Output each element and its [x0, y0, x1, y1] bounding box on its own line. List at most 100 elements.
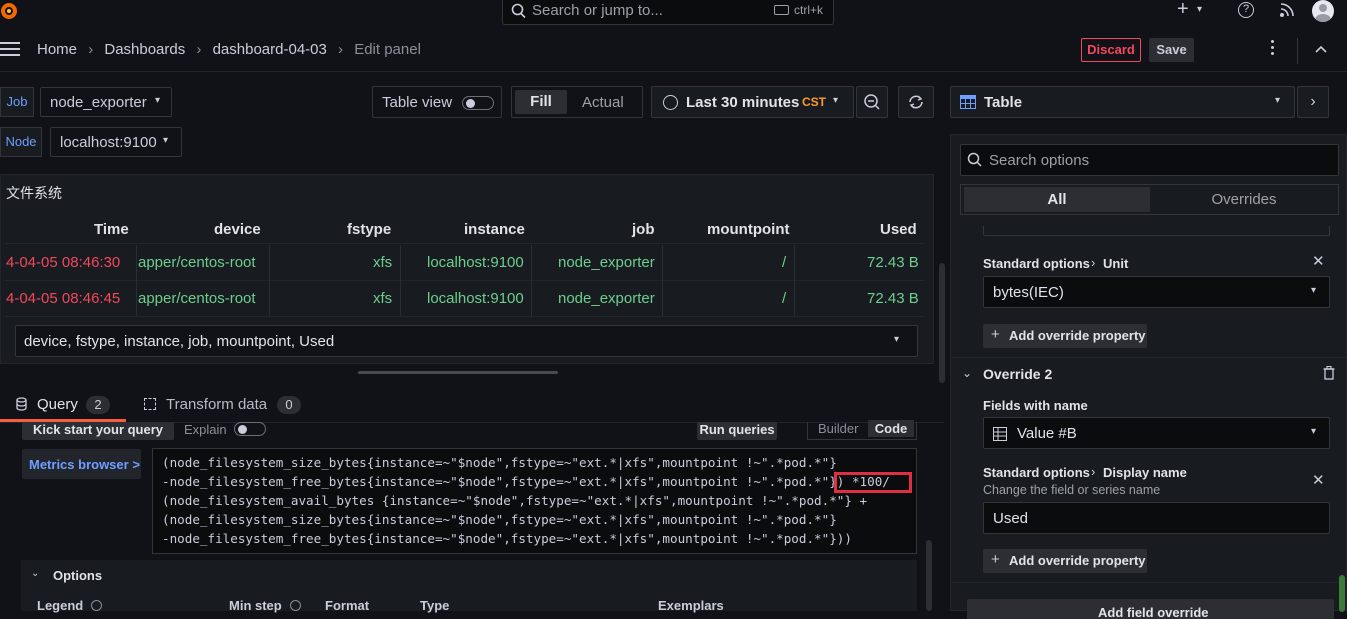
avatar[interactable] — [1312, 0, 1334, 22]
chevron-down-icon: ▾ — [155, 95, 161, 106]
info-icon — [91, 600, 102, 611]
options-section[interactable]: ⌄ Options Legend Min step Format Type Ex… — [21, 560, 917, 613]
chevron-down-icon: ▾ — [894, 334, 900, 345]
cell-time: 4-04-05 08:46:30 — [6, 254, 121, 271]
matcher-value: Value #B — [1017, 425, 1077, 442]
menu-icon[interactable] — [0, 42, 20, 56]
breadcrumb-home[interactable]: Home — [37, 41, 77, 58]
trash-icon[interactable] — [1323, 365, 1335, 383]
query-line: (node_filesystem_size_bytes{instance=~"$… — [162, 512, 837, 527]
previous-field-input[interactable] — [983, 226, 1330, 236]
refresh-button[interactable] — [898, 86, 934, 118]
matcher-label: Fields with name — [983, 398, 1088, 413]
column-header-device[interactable]: device — [214, 221, 261, 238]
job-variable-label: Job — [0, 87, 34, 117]
job-variable-select[interactable]: node_exporter ▾ — [40, 87, 172, 117]
tab-query[interactable]: Query 2 — [0, 392, 126, 422]
kick-start-button[interactable]: Kick start your query — [22, 422, 174, 440]
rss-icon[interactable] — [1279, 2, 1295, 21]
cell-instance: localhost:9100 — [427, 290, 524, 307]
plus-icon[interactable]: + — [1177, 0, 1189, 21]
column-header-mountpoint[interactable]: mountpoint — [707, 221, 789, 238]
plus-icon: + — [991, 326, 1000, 343]
frame-select-value: device, fstype, instance, job, mountpoin… — [24, 333, 335, 350]
chevron-right-icon: › — [1091, 255, 1096, 270]
tab-overrides[interactable]: Overrides — [1151, 187, 1337, 212]
save-button[interactable]: Save — [1149, 38, 1194, 62]
column-header-fstype[interactable]: fstype — [347, 221, 391, 238]
actual-button[interactable]: Actual — [582, 94, 624, 111]
options-scrollbar[interactable] — [1339, 575, 1345, 612]
panel-splitter-handle[interactable] — [358, 371, 558, 374]
query-scrollbar[interactable] — [926, 540, 932, 611]
nav-bar: Home › Dashboards › dashboard-04-03 › Ed… — [0, 30, 1347, 72]
search-options-input[interactable]: Search options — [960, 144, 1339, 176]
search-bar[interactable]: Search or jump to... ctrl+k — [502, 0, 834, 25]
metrics-browser-button[interactable]: Metrics browser > — [22, 449, 141, 479]
override2-title[interactable]: Override 2 — [983, 366, 1052, 382]
table-view-toggle[interactable]: Table view — [372, 86, 502, 118]
toggle-switch[interactable] — [462, 96, 494, 110]
fill-button[interactable]: Fill — [515, 90, 567, 114]
time-picker[interactable]: Last 30 minutes CST ▾ — [651, 86, 854, 118]
add-override-property-button[interactable]: + Add override property — [983, 549, 1147, 573]
grafana-logo-icon[interactable] — [0, 0, 20, 22]
override1-property-name: Unit — [1103, 256, 1129, 271]
frame-select[interactable]: device, fstype, instance, job, mountpoin… — [15, 325, 918, 357]
search-placeholder: Search or jump to... — [532, 2, 663, 19]
grid-icon — [993, 427, 1007, 444]
zoom-out-button[interactable] — [856, 86, 888, 118]
chevron-down-icon: ▾ — [1311, 285, 1317, 296]
refresh-icon — [909, 95, 923, 109]
fields-with-name-select[interactable]: Value #B ▾ — [983, 417, 1330, 449]
table-panel: 文件系统 Time device fstype instance job mou… — [0, 174, 945, 383]
metrics-browser-label: Metrics browser > — [29, 457, 140, 472]
close-icon[interactable]: ✕ — [1312, 252, 1325, 270]
tab-all[interactable]: All — [964, 187, 1150, 212]
table-scrollbar[interactable] — [939, 263, 945, 383]
visualization-picker[interactable]: Table ▾ — [950, 86, 1295, 118]
display-name-input[interactable]: Used — [983, 502, 1330, 534]
builder-code-radio: Builder Code — [807, 420, 917, 440]
chevron-right-icon: › — [338, 41, 344, 58]
query-line: -node_filesystem_free_bytes{instance=~"$… — [162, 474, 890, 489]
search-shortcut: ctrl+k — [794, 3, 824, 17]
chevron-down-icon: ▾ — [1311, 426, 1317, 437]
clock-icon — [663, 95, 678, 110]
cell-job: node_exporter — [558, 254, 655, 271]
close-icon[interactable]: ✕ — [1312, 471, 1325, 489]
timezone-badge: CST — [802, 95, 826, 109]
cell-device: apper/centos-root — [138, 290, 256, 307]
transform-count-badge: 0 — [277, 396, 301, 414]
chevron-up-icon[interactable] — [1314, 42, 1328, 58]
add-field-override-button[interactable]: Add field override — [967, 599, 1334, 619]
code-button[interactable]: Code — [868, 420, 914, 437]
add-override-property-button[interactable]: + Add override property — [983, 324, 1147, 348]
column-header-time[interactable]: Time — [94, 221, 129, 238]
search-options-placeholder: Search options — [989, 152, 1090, 169]
more-options-icon[interactable] — [1271, 40, 1275, 55]
query-code-editor[interactable]: (node_filesystem_size_bytes{instance=~"$… — [152, 448, 917, 554]
tab-transform[interactable]: Transform data 0 — [142, 392, 312, 422]
unit-select[interactable]: bytes(IEC) ▾ — [983, 276, 1330, 308]
breadcrumb-current: Edit panel — [354, 41, 421, 58]
column-header-used[interactable]: Used — [880, 221, 917, 238]
builder-button[interactable]: Builder — [818, 421, 858, 436]
collapse-options-button[interactable]: › — [1297, 86, 1329, 118]
job-variable-value: node_exporter — [50, 94, 147, 111]
column-header-instance[interactable]: instance — [464, 221, 525, 238]
explain-toggle[interactable] — [234, 422, 266, 436]
options-tabs: All Overrides — [960, 184, 1339, 215]
discard-button[interactable]: Discard — [1081, 38, 1141, 62]
chevron-down-icon[interactable]: ⌄ — [962, 366, 972, 380]
column-header-job[interactable]: job — [632, 221, 655, 238]
help-icon[interactable]: ? — [1238, 2, 1254, 18]
breadcrumb-dashboards[interactable]: Dashboards — [104, 41, 185, 58]
cell-device: apper/centos-root — [138, 254, 256, 271]
node-variable-select[interactable]: localhost:9100 ▾ — [50, 127, 182, 157]
table-icon — [960, 95, 976, 112]
chevron-down-icon[interactable]: ▾ — [1197, 4, 1202, 15]
chevron-right-icon: › — [1091, 464, 1096, 479]
run-queries-button[interactable]: Run queries — [697, 422, 777, 440]
breadcrumb-dashboard[interactable]: dashboard-04-03 — [213, 41, 327, 58]
